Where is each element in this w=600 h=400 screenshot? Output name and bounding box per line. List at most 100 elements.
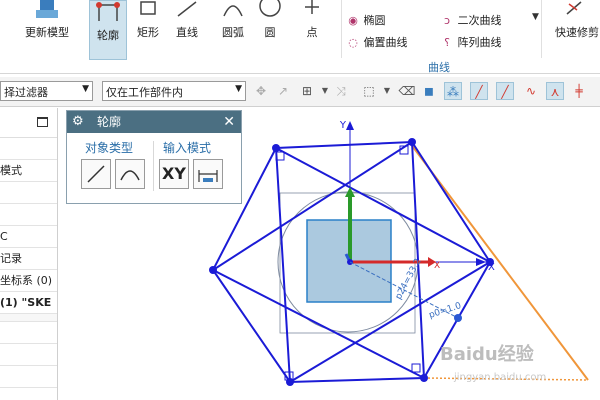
object-type-label: 对象类型 [85, 141, 134, 155]
tangent-icon[interactable]: ╪ [570, 82, 588, 100]
xy-mode-label: XY [162, 164, 186, 183]
list-item[interactable] [0, 344, 57, 366]
vertex-point [209, 266, 217, 274]
point-button[interactable]: 点 [298, 0, 326, 60]
eraser-icon[interactable]: ⌫ [398, 82, 416, 100]
curve-group-label: 曲线 [428, 61, 450, 74]
profile-button[interactable]: 轮廓 [89, 0, 127, 60]
point-icon [305, 0, 319, 14]
y-axis-arrow [346, 121, 354, 130]
list-item-selected[interactable]: (1) "SKE [0, 292, 57, 314]
curve-group: ◉ 椭圆 ↄ 二次曲线 ◌ 偏置曲线 ⸮ 阵列曲线 [341, 0, 542, 58]
watermark-brand: Baidu经验 [440, 343, 535, 365]
list-item[interactable] [0, 204, 57, 226]
line-button[interactable]: 直线 [170, 0, 204, 60]
curve-snap-icon[interactable]: ∿ [522, 82, 540, 100]
list-item[interactable]: 模式 [0, 160, 57, 182]
list-item[interactable] [0, 366, 57, 388]
list-item[interactable]: 记录 [0, 248, 57, 270]
watermark-url: jingyan.baidu.com [453, 372, 546, 383]
offset-curve-icon: ◌ [348, 36, 358, 49]
rectangle-button[interactable]: 矩形 [132, 0, 164, 60]
part-navigator: 模式 C 记录 坐标系 (0) (1) "SKE [0, 108, 58, 400]
list-item[interactable] [0, 182, 57, 204]
snap-icon[interactable]: ✥ [252, 82, 270, 100]
chevron-down-icon: ▼ [235, 84, 242, 94]
update-model-icon [36, 0, 58, 18]
list-item[interactable] [0, 138, 57, 160]
pattern-curve-icon: ⸮ [444, 36, 450, 49]
dimension-handle[interactable] [454, 314, 462, 322]
pattern-curve-label: 阵列曲线 [457, 36, 502, 49]
point-label: 点 [306, 26, 318, 39]
circle-label: 圆 [264, 26, 276, 39]
quick-trim-label: 快速修剪 [555, 26, 599, 39]
select-icon[interactable]: ↗ [274, 82, 292, 100]
ribbon: 更新模型 轮廓 矩形 直线 圆弧 圆 点 ◉ 椭圆 ↄ 二次曲线 ◌ 偏置曲线 … [0, 0, 600, 74]
arc-type-icon [120, 170, 140, 181]
dialog-titlebar[interactable]: ⚙ 轮廓 ✕ [67, 111, 241, 133]
arc-button[interactable]: 圆弧 [216, 0, 250, 60]
endpoint-icon[interactable]: ╱ [470, 82, 488, 100]
parameter-mode-icon [198, 170, 218, 182]
param-mode-button[interactable] [193, 159, 223, 189]
offset-curve-item[interactable]: ◌ 偏置曲线 [346, 34, 408, 50]
midpoint-icon[interactable]: ╱ [496, 82, 514, 100]
type-filter-value: 择过滤器 [4, 86, 48, 99]
selection-toolbar: 择过滤器 ▼ 仅在工作部件内 ▼ ✥ ↗ ⊞ ▼ ⤨ ⬚ ▼ ⌫ ◼ ⁂ ╱ ╱… [0, 77, 600, 107]
line-type-icon [87, 165, 105, 183]
intersection-icon[interactable]: ⋏ [546, 82, 564, 100]
ribbon-more-icon[interactable]: ▼ [532, 12, 539, 22]
vertex-point [420, 374, 428, 382]
arc-icon [223, 5, 243, 17]
axis-y-label: Y [339, 120, 347, 131]
pattern-curve-item[interactable]: ⸮ 阵列曲线 [440, 34, 502, 50]
conic-icon: ↄ [443, 14, 451, 27]
cube-icon[interactable]: ◼ [420, 82, 438, 100]
update-model-button[interactable]: 更新模型 [22, 0, 72, 60]
scope-select[interactable]: 仅在工作部件内 ▼ [102, 81, 246, 101]
profile-icon [96, 2, 120, 21]
arc-label: 圆弧 [222, 26, 244, 39]
dialog-title: 轮廓 [97, 115, 122, 129]
ellipse-label: 椭圆 [363, 14, 386, 27]
line-type-button[interactable] [81, 159, 111, 189]
rectangle-label: 矩形 [137, 26, 159, 39]
profile-label: 轮廓 [97, 29, 119, 42]
maximize-icon[interactable] [37, 117, 48, 127]
offset-curve-label: 偏置曲线 [363, 36, 408, 49]
rectangle-icon [140, 1, 156, 15]
circle-button[interactable]: 圆 [256, 0, 284, 60]
gear-icon[interactable]: ⚙ [72, 111, 84, 133]
conic-label: 二次曲线 [457, 14, 502, 27]
line-label: 直线 [176, 26, 198, 39]
line-icon [177, 1, 197, 17]
curve-item-hidden [344, 0, 404, 6]
quick-trim-button[interactable]: 快速修剪 [548, 0, 600, 60]
add-icon[interactable]: ⊞ [298, 82, 316, 100]
csys-x-label: X [434, 261, 440, 271]
conic-item[interactable]: ↄ 二次曲线 [440, 12, 502, 28]
list-item[interactable]: C [0, 226, 57, 248]
pan-icon[interactable]: ⤨ [332, 82, 350, 100]
xy-mode-button[interactable]: XY [159, 159, 189, 189]
grid-snap-icon[interactable]: ⁂ [444, 82, 462, 100]
circle-icon [259, 0, 281, 17]
ellipse-icon: ◉ [348, 14, 358, 27]
chevron-down-icon[interactable]: ▼ [378, 82, 396, 100]
divider [153, 141, 154, 191]
box-select-icon[interactable]: ⬚ [360, 82, 378, 100]
arc-type-button[interactable] [115, 159, 145, 189]
list-item[interactable]: 坐标系 (0) [0, 270, 57, 292]
vertex-point [408, 138, 416, 146]
close-icon[interactable]: ✕ [223, 111, 235, 133]
quick-trim-icon [566, 1, 582, 15]
profile-dialog: ⚙ 轮廓 ✕ 对象类型 输入模式 XY [66, 110, 242, 204]
input-mode-label: 输入模式 [163, 141, 212, 155]
ellipse-item[interactable]: ◉ 椭圆 [346, 12, 386, 28]
scope-value: 仅在工作部件内 [106, 86, 183, 99]
type-filter-select[interactable]: 择过滤器 ▼ [0, 81, 93, 101]
list-item[interactable] [0, 322, 57, 344]
axis-x-label: X [488, 262, 495, 273]
navigator-header [0, 108, 57, 138]
